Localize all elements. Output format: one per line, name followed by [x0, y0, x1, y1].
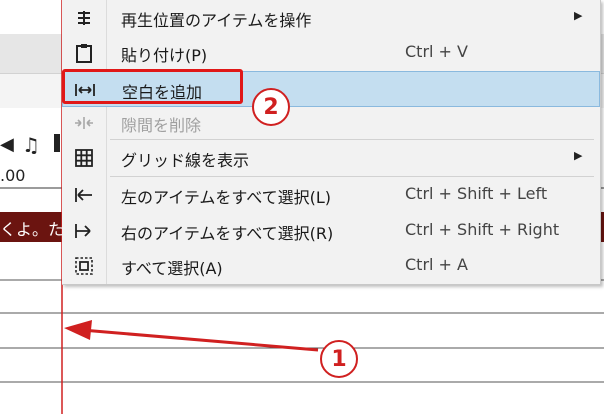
remove-gap-icon: [62, 105, 106, 141]
callout-2: 2: [252, 88, 290, 126]
menu-item-label: 右のアイテムをすべて選択(R): [121, 224, 334, 243]
menu-item-label: グリッド線を表示: [121, 151, 250, 170]
menu-item-remove-gap[interactable]: 隙間を削除: [62, 105, 600, 141]
menu-item-label: 左のアイテムをすべて選択(L): [121, 188, 332, 207]
menu-item-label: 貼り付け(P): [121, 46, 208, 65]
select-right-icon: [62, 213, 106, 249]
menu-item-show-grid[interactable]: グリッド線を表示 ▶: [62, 140, 600, 176]
adjust-icon: [62, 0, 106, 36]
menu-item-label: すべて選択(A): [121, 259, 223, 278]
context-menu: 再生位置のアイテムを操作 ▶ 貼り付け(P) Ctrl + V 空白を追加 隙間…: [62, 0, 601, 285]
menu-item-label: 隙間を削除: [121, 116, 202, 135]
clipboard-icon: [62, 35, 106, 71]
menu-item-label: 再生位置のアイテムを操作: [121, 11, 312, 30]
menu-item-shortcut: Ctrl + Shift + Right: [405, 220, 560, 239]
menu-item-shortcut: Ctrl + V: [405, 42, 468, 61]
submenu-arrow-icon: ▶: [574, 149, 583, 162]
select-all-icon: [62, 248, 106, 284]
menu-item-playhead-items[interactable]: 再生位置のアイテムを操作 ▶: [62, 0, 600, 36]
select-left-icon: [62, 177, 106, 213]
menu-item-select-right[interactable]: 右のアイテムをすべて選択(R) Ctrl + Shift + Right: [62, 213, 600, 249]
menu-item-shortcut: Ctrl + Shift + Left: [405, 184, 548, 203]
highlight-box: [62, 69, 243, 104]
menu-item-shortcut: Ctrl + A: [405, 255, 468, 274]
menu-item-select-all[interactable]: すべて選択(A) Ctrl + A: [62, 248, 600, 284]
grid-icon: [62, 140, 106, 176]
callout-1: 1: [320, 340, 358, 378]
menu-item-paste[interactable]: 貼り付け(P) Ctrl + V: [62, 35, 600, 71]
menu-item-select-left[interactable]: 左のアイテムをすべて選択(L) Ctrl + Shift + Left: [62, 177, 600, 213]
submenu-arrow-icon: ▶: [574, 9, 583, 22]
